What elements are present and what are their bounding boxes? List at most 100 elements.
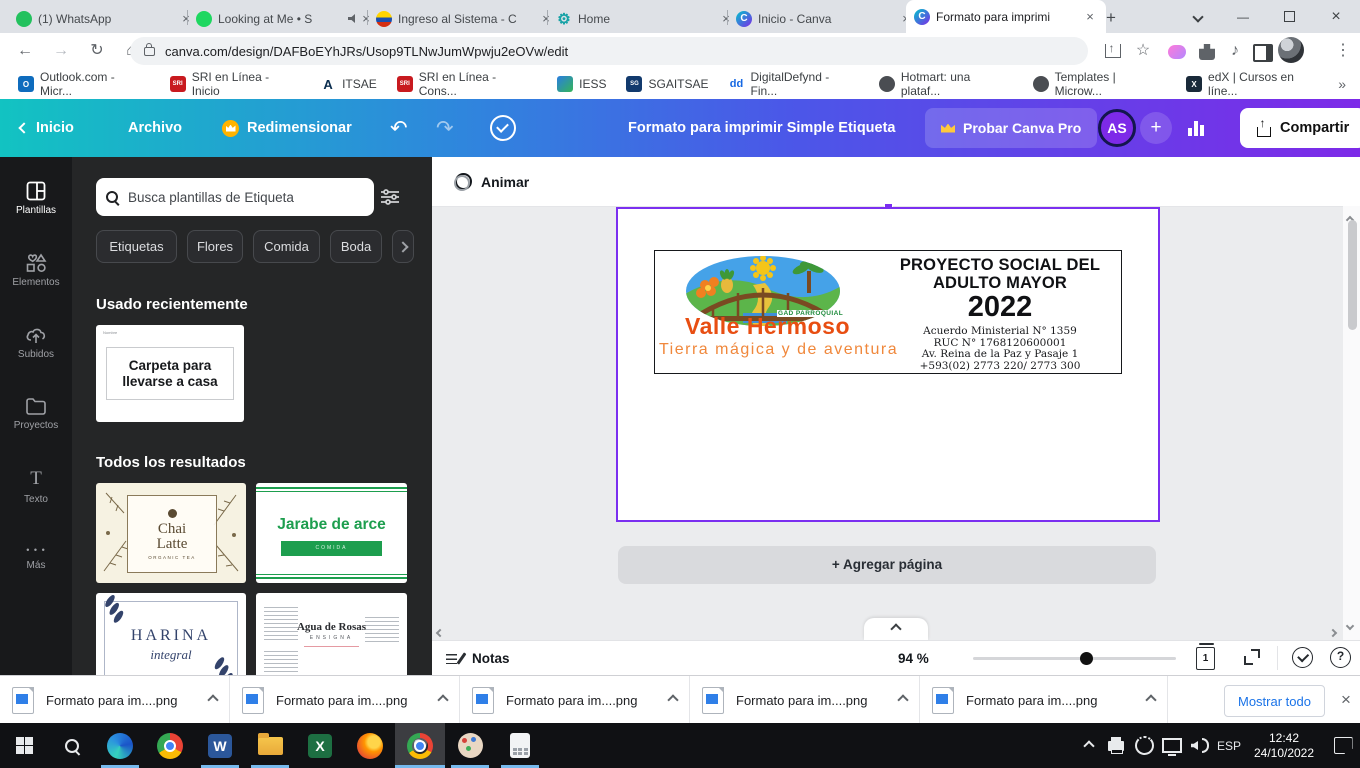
tray-network-icon[interactable] <box>1158 723 1186 768</box>
template-harina-integral[interactable]: HARINA integral <box>96 593 246 675</box>
download-item[interactable]: Formato para im....png <box>690 676 920 724</box>
chip-boda[interactable]: Boda <box>330 230 382 263</box>
search-input[interactable] <box>126 189 364 206</box>
bookmark-hotmart[interactable]: Hotmart: una plataf... <box>871 67 1021 101</box>
page-count-button[interactable]: 1 <box>1196 647 1215 670</box>
template-chai-latte[interactable]: Chai Latte ORGANIC TEA <box>96 483 246 583</box>
media-playlist-icon[interactable] <box>1222 38 1248 64</box>
help-button[interactable] <box>1330 647 1351 668</box>
notes-button[interactable]: Notas <box>446 641 510 676</box>
tab-spotify[interactable]: Looking at Me • S <box>188 4 382 33</box>
extensions-puzzle-icon[interactable] <box>1194 38 1220 64</box>
taskbar-excel[interactable]: X <box>295 723 345 768</box>
url-omnibox[interactable]: canva.com/design/DAFBoEYhJRs/Usop9TLNwJu… <box>130 37 1088 65</box>
pages-drawer-toggle[interactable] <box>864 618 928 640</box>
status-check-icon[interactable] <box>1292 647 1313 668</box>
download-menu-icon[interactable] <box>439 691 447 709</box>
sidebar-item-proyectos[interactable]: Proyectos <box>0 385 72 443</box>
scroll-left-icon[interactable] <box>437 623 443 641</box>
taskbar-word[interactable]: W <box>195 723 245 768</box>
add-page-button[interactable]: + Agregar página <box>618 546 1156 584</box>
share-page-icon[interactable] <box>1100 38 1126 64</box>
back-to-home-button[interactable]: Inicio <box>20 99 74 157</box>
tray-action-center[interactable] <box>1328 723 1358 768</box>
tray-language[interactable]: ESP <box>1214 723 1244 768</box>
template-search-box[interactable] <box>96 178 374 216</box>
bookmark-iess[interactable]: IESS <box>549 73 614 95</box>
taskbar-firefox[interactable] <box>345 723 395 768</box>
design-page[interactable]: Valle Hermoso GAD PARROQUIAL Tierra mági… <box>616 207 1160 522</box>
download-menu-icon[interactable] <box>1147 691 1155 709</box>
sidebar-item-texto[interactable]: Texto <box>0 457 72 515</box>
reload-button[interactable] <box>84 38 110 64</box>
save-status-button[interactable] <box>490 99 516 157</box>
bookmark-digitaldefynd[interactable]: ddDigitalDefynd - Fin... <box>721 67 867 101</box>
bookmark-sri-consultas[interactable]: SRISRI en Línea - Cons... <box>389 67 545 101</box>
download-menu-icon[interactable] <box>209 691 217 709</box>
template-jarabe-de-arce[interactable]: Jarabe de arce COMIDA <box>256 483 407 583</box>
file-menu-button[interactable]: Archivo <box>128 99 182 157</box>
bookmark-sgaitsae[interactable]: SGSGAITSAE <box>618 73 716 95</box>
download-menu-icon[interactable] <box>899 691 907 709</box>
window-close-button[interactable] <box>1312 0 1360 33</box>
bookmark-itsae[interactable]: AITSAE <box>312 73 385 95</box>
resize-button[interactable]: Redimensionar <box>222 99 352 157</box>
tab-home[interactable]: Home <box>548 4 742 33</box>
animate-button[interactable]: Animar <box>446 167 537 197</box>
tray-capture-icon[interactable] <box>1130 723 1158 768</box>
zoom-slider-knob[interactable] <box>1080 652 1093 665</box>
design-title[interactable]: Formato para imprimir Simple Etiqueta <box>628 99 896 157</box>
sidebar-item-elementos[interactable]: Elementos <box>0 241 72 299</box>
chip-overflow[interactable] <box>392 230 414 263</box>
download-item[interactable]: Formato para im....png <box>0 676 230 724</box>
extension-pink-icon[interactable] <box>1164 38 1190 64</box>
filter-settings-icon[interactable] <box>380 188 400 206</box>
show-all-downloads-button[interactable]: Mostrar todo <box>1224 685 1325 717</box>
redo-button[interactable] <box>436 99 454 157</box>
tray-volume-icon[interactable] <box>1186 723 1214 768</box>
tray-clock[interactable]: 12:42 24/10/2022 <box>1244 723 1324 768</box>
vertical-scroll-thumb[interactable] <box>1348 220 1357 330</box>
bookmark-outlook[interactable]: OOutlook.com - Micr... <box>10 67 158 101</box>
download-menu-icon[interactable] <box>669 691 677 709</box>
taskbar-file-explorer[interactable] <box>245 723 295 768</box>
taskbar-chrome-active[interactable] <box>395 723 445 768</box>
bookmark-edx[interactable]: XedX | Cursos en líne... <box>1178 67 1334 101</box>
try-canva-pro-button[interactable]: Probar Canva Pro <box>925 108 1097 148</box>
sidebar-item-subidos[interactable]: Subidos <box>0 313 72 371</box>
bookmark-templates[interactable]: Templates | Microw... <box>1025 67 1174 101</box>
downloads-close-icon[interactable] <box>1334 688 1358 712</box>
chip-comida[interactable]: Comida <box>253 230 320 263</box>
taskbar-edge[interactable] <box>95 723 145 768</box>
taskbar-search-button[interactable] <box>48 723 95 768</box>
side-panel-icon[interactable] <box>1250 38 1276 64</box>
tab-whatsapp[interactable]: (1) WhatsApp <box>8 4 202 33</box>
sidebar-item-mas[interactable]: Más <box>0 529 72 587</box>
download-item[interactable]: Formato para im....png <box>920 676 1168 724</box>
share-button[interactable]: Compartir <box>1240 108 1360 148</box>
download-item[interactable]: Formato para im....png <box>460 676 690 724</box>
tray-printer-icon[interactable] <box>1102 723 1130 768</box>
scroll-down-icon[interactable] <box>1347 616 1353 634</box>
sidebar-item-plantillas[interactable]: Plantillas <box>0 169 72 227</box>
tab-ingreso-sistema[interactable]: Ingreso al Sistema - C <box>368 4 562 33</box>
recent-template-card[interactable]: Nombre Carpeta para llevarse a casa <box>96 325 244 422</box>
forward-button[interactable] <box>48 38 74 64</box>
bookmarks-overflow-icon[interactable] <box>1338 76 1346 92</box>
tray-show-hidden-icons[interactable] <box>1076 723 1102 768</box>
scroll-right-icon[interactable] <box>1330 623 1336 641</box>
zoom-slider-track[interactable] <box>973 657 1176 660</box>
add-member-button[interactable] <box>1140 112 1172 144</box>
tab-search-chevron[interactable] <box>1176 0 1220 33</box>
taskbar-chrome[interactable] <box>145 723 195 768</box>
window-minimize-button[interactable] <box>1220 0 1266 33</box>
label-design-element[interactable]: Valle Hermoso GAD PARROQUIAL Tierra mági… <box>654 250 1122 374</box>
bookmark-sri-inicio[interactable]: SRISRI en Línea - Inicio <box>162 67 308 101</box>
tab-close-icon[interactable] <box>1082 9 1098 25</box>
chip-etiquetas[interactable]: Etiquetas <box>96 230 177 263</box>
browser-menu-icon[interactable] <box>1330 38 1356 64</box>
insights-button[interactable] <box>1188 99 1204 157</box>
account-avatar[interactable]: AS <box>1098 109 1136 147</box>
bookmark-star-icon[interactable] <box>1130 38 1156 64</box>
tab-canva-inicio[interactable]: Inicio - Canva <box>728 4 922 33</box>
